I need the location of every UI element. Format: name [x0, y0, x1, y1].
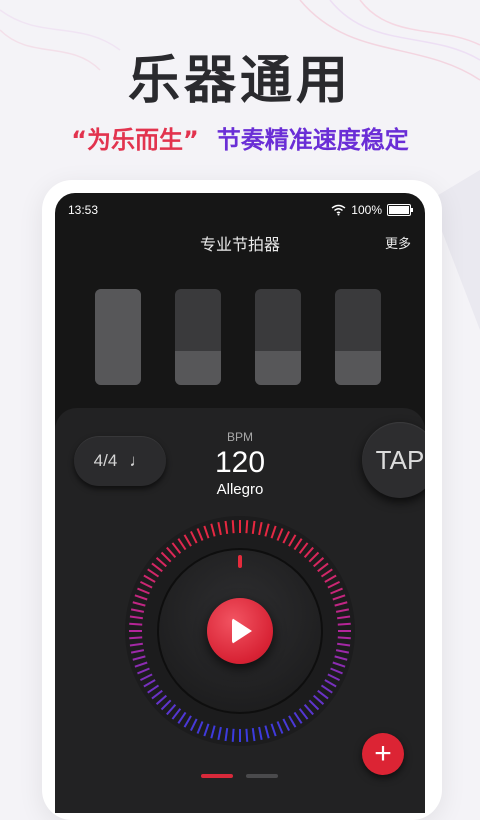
app-title: 专业节拍器	[199, 235, 280, 254]
play-icon	[232, 618, 252, 644]
promo-sub-quote: “为乐而生”	[71, 126, 199, 154]
dial-tick	[337, 622, 351, 626]
beat-pad-1[interactable]	[95, 289, 141, 385]
dial-tick	[129, 622, 143, 626]
play-button[interactable]	[207, 598, 273, 664]
app-screen: 13:53 100% 专业节拍器 更多 4/4 ♩ BPM 120 Allegr…	[55, 193, 425, 813]
status-time: 13:53	[68, 203, 99, 217]
beat-pad-2[interactable]	[175, 289, 221, 385]
status-right: 100%	[331, 203, 413, 217]
more-button[interactable]: 更多	[385, 233, 411, 252]
dial-tick	[245, 728, 249, 742]
dial-tick	[337, 636, 351, 640]
dial-tick	[231, 728, 235, 742]
beat-level	[175, 351, 221, 385]
page-indicator-active[interactable]	[201, 774, 233, 778]
status-bar: 13:53 100%	[68, 203, 413, 221]
promo-headline: 乐器通用	[127, 51, 352, 111]
wifi-icon	[331, 204, 346, 216]
beat-pad-3[interactable]	[255, 289, 301, 385]
battery-percent: 100%	[351, 203, 382, 217]
app-header: 专业节拍器 更多	[55, 231, 425, 255]
beat-level	[95, 289, 141, 385]
dial-tick	[129, 636, 143, 640]
dial-tick	[231, 520, 235, 534]
dial-tick	[245, 520, 249, 534]
battery-icon	[387, 204, 413, 216]
promo-sub-rest: 节奏精准速度稳定	[216, 126, 409, 154]
add-button[interactable]: +	[362, 733, 404, 775]
plus-icon: +	[374, 737, 392, 770]
beat-pad-4[interactable]	[335, 289, 381, 385]
promo-subline: “为乐而生” 节奏精准速度稳定	[0, 120, 480, 155]
beat-level	[335, 351, 381, 385]
page-indicator-inactive[interactable]	[246, 774, 278, 778]
beat-level	[255, 351, 301, 385]
dial-indicator	[238, 555, 242, 568]
